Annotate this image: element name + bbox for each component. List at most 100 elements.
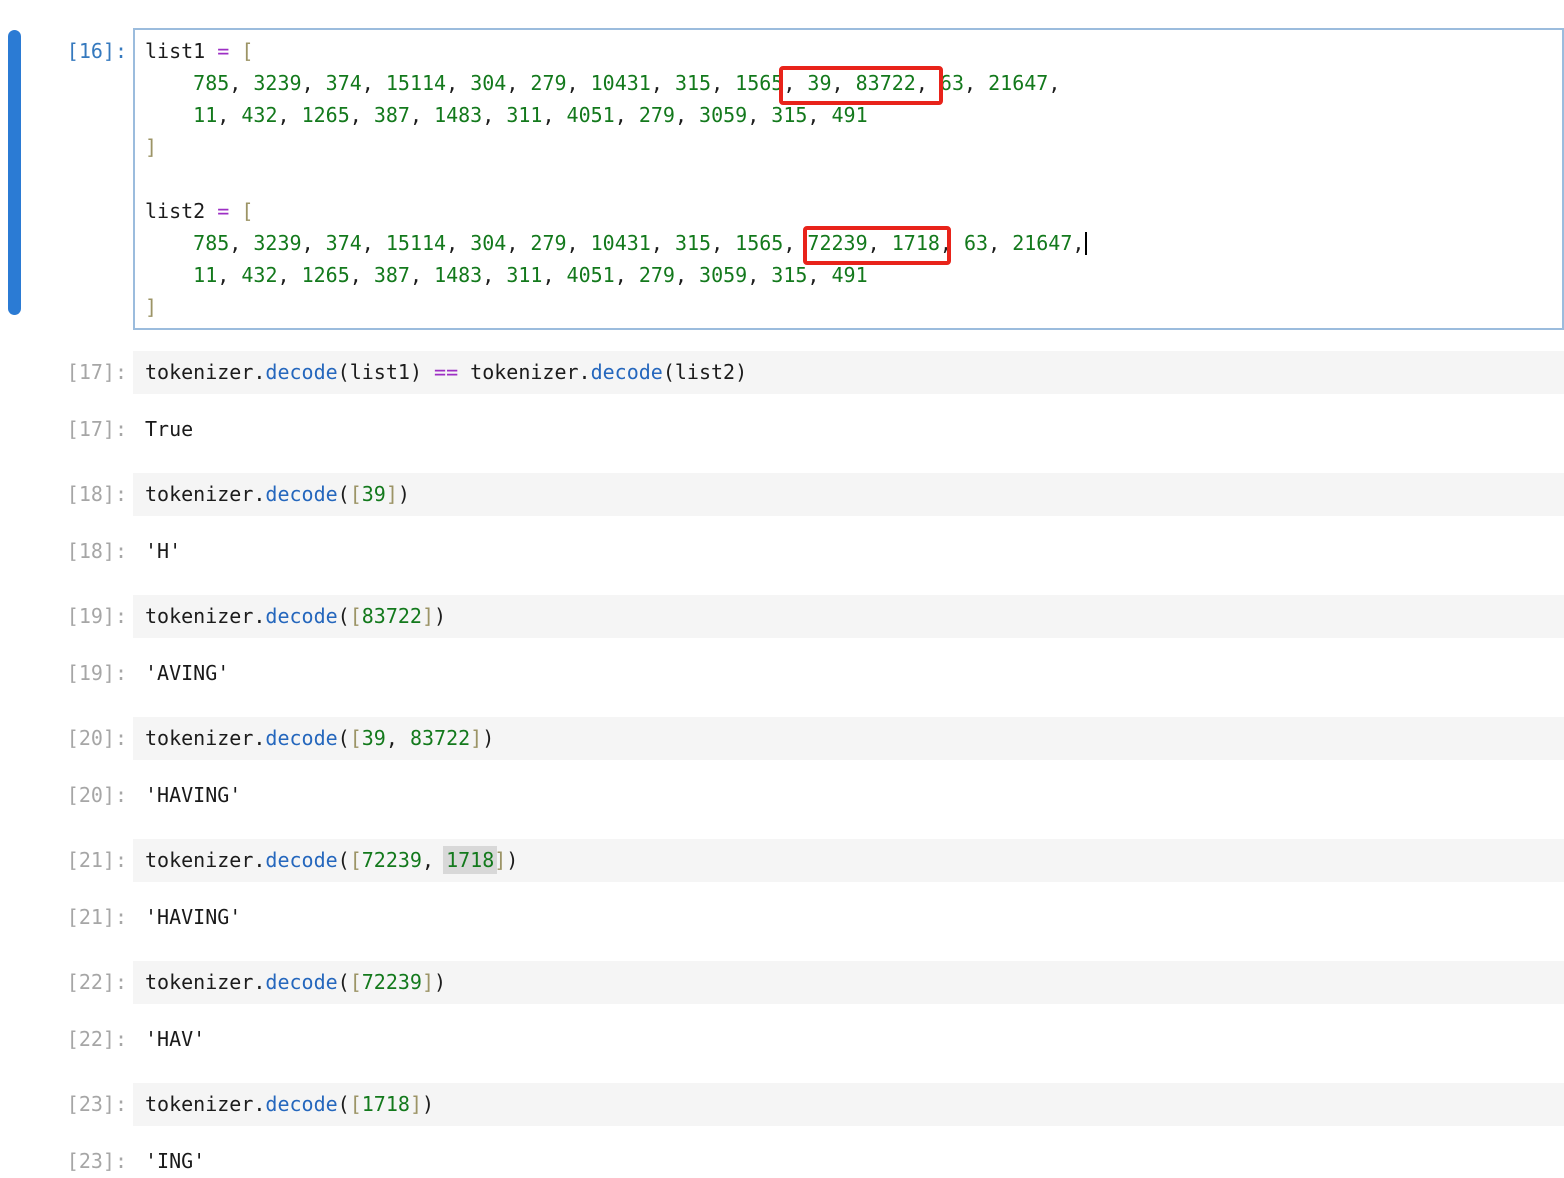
code-token: , xyxy=(916,71,940,95)
code-token: decode xyxy=(265,848,337,872)
code-token: ) xyxy=(434,604,446,628)
code-token xyxy=(145,263,193,287)
code-token: , xyxy=(1048,71,1060,95)
code-token: . xyxy=(253,726,265,750)
code-token: , xyxy=(410,263,434,287)
output-text: True xyxy=(133,413,1564,445)
code-token: , xyxy=(783,231,807,255)
code-token: 491 xyxy=(832,103,868,127)
code-token: ( xyxy=(663,360,675,384)
input-prompt: [20]: xyxy=(0,717,133,754)
code-token: , xyxy=(506,231,530,255)
code-token: , xyxy=(567,71,591,95)
code-token: . xyxy=(253,604,265,628)
code-token: , xyxy=(868,231,892,255)
code-editor[interactable]: tokenizer.decode(list1) == tokenizer.dec… xyxy=(133,351,1564,394)
input-prompt: [23]: xyxy=(0,1083,133,1120)
output-prompt: [20]: xyxy=(0,779,133,811)
code-editor[interactable]: tokenizer.decode([72239]) xyxy=(133,961,1564,1004)
code-token: , xyxy=(410,103,434,127)
output-area: [18]:'H' xyxy=(0,535,1564,567)
code-token xyxy=(205,199,217,223)
code-token: 11 xyxy=(193,103,217,127)
code-token: 21647 xyxy=(988,71,1048,95)
code-token: 279 xyxy=(530,231,566,255)
code-token: 3239 xyxy=(253,231,301,255)
code-token: 39 xyxy=(807,71,831,95)
code-token: 785 xyxy=(193,71,229,95)
code-token: , xyxy=(747,103,771,127)
code-token: 387 xyxy=(374,263,410,287)
code-token: 21647 xyxy=(1012,231,1072,255)
code-token: , xyxy=(964,71,988,95)
code-token: ( xyxy=(338,970,350,994)
code-line xyxy=(145,163,1552,195)
output-area: [21]:'HAVING' xyxy=(0,901,1564,933)
code-editor[interactable]: tokenizer.decode([83722]) xyxy=(133,595,1564,638)
code-line: 11, 432, 1265, 387, 1483, 311, 4051, 279… xyxy=(145,99,1552,131)
code-token: , xyxy=(277,263,301,287)
output-area: [20]:'HAVING' xyxy=(0,779,1564,811)
code-token: ) xyxy=(422,1092,434,1116)
code-token: [ xyxy=(350,482,362,506)
code-token xyxy=(422,360,434,384)
output-text: 'AVING' xyxy=(133,657,1564,689)
code-editor[interactable]: list1 = [ 785, 3239, 374, 15114, 304, 27… xyxy=(133,28,1564,330)
code-cell: [18]:tokenizer.decode([39]) xyxy=(0,473,1564,516)
code-token: tokenizer xyxy=(145,360,253,384)
code-token: , xyxy=(711,71,735,95)
code-token: ( xyxy=(338,726,350,750)
code-editor[interactable]: tokenizer.decode([72239, 1718]) xyxy=(133,839,1564,882)
code-token: , xyxy=(446,231,470,255)
code-token: , xyxy=(711,231,735,255)
code-token: 72239 xyxy=(362,970,422,994)
output-text: 'ING' xyxy=(133,1145,1564,1177)
code-token: ( xyxy=(338,848,350,872)
code-token: 311 xyxy=(506,103,542,127)
code-line: tokenizer.decode(list1) == tokenizer.dec… xyxy=(145,356,1552,388)
code-token: decode xyxy=(265,482,337,506)
code-token: , xyxy=(832,71,856,95)
code-token: ] xyxy=(494,848,506,872)
code-token: 432 xyxy=(241,103,277,127)
code-token: , xyxy=(506,71,530,95)
code-token: 279 xyxy=(530,71,566,95)
code-token: 15114 xyxy=(386,71,446,95)
code-token: , xyxy=(940,231,964,255)
code-token: tokenizer xyxy=(145,726,253,750)
code-token: 3059 xyxy=(699,263,747,287)
code-token: 63 xyxy=(940,71,964,95)
code-token: 315 xyxy=(771,263,807,287)
input-prompt: [22]: xyxy=(0,961,133,998)
code-token: ] xyxy=(422,970,434,994)
code-token: . xyxy=(253,970,265,994)
code-token xyxy=(145,71,193,95)
code-token: , xyxy=(988,231,1012,255)
code-editor[interactable]: tokenizer.decode([39]) xyxy=(133,473,1564,516)
code-token: = xyxy=(217,199,229,223)
code-token: ] xyxy=(386,482,398,506)
code-token: 785 xyxy=(193,231,229,255)
notebook-page: [16]:list1 = [ 785, 3239, 374, 15114, 30… xyxy=(0,0,1564,1178)
code-token: 1265 xyxy=(302,103,350,127)
code-token: [ xyxy=(350,1092,362,1116)
output-text: 'HAV' xyxy=(133,1023,1564,1055)
code-token: 1565 xyxy=(735,71,783,95)
code-token: , xyxy=(615,263,639,287)
code-token: tokenizer xyxy=(145,970,253,994)
code-token: 1483 xyxy=(434,103,482,127)
code-token: [ xyxy=(350,848,362,872)
code-cell: [19]:tokenizer.decode([83722]) xyxy=(0,595,1564,638)
output-prompt: [18]: xyxy=(0,535,133,567)
code-token: decode xyxy=(265,970,337,994)
code-token: 1483 xyxy=(434,263,482,287)
code-token: ( xyxy=(338,604,350,628)
code-editor[interactable]: tokenizer.decode([1718]) xyxy=(133,1083,1564,1126)
output-prompt: [23]: xyxy=(0,1145,133,1177)
output-prompt: [17]: xyxy=(0,413,133,445)
code-token: 304 xyxy=(470,231,506,255)
input-prompt: [18]: xyxy=(0,473,133,510)
code-editor[interactable]: tokenizer.decode([39, 83722]) xyxy=(133,717,1564,760)
code-token: 83722 xyxy=(856,71,916,95)
code-token: ) xyxy=(410,360,422,384)
